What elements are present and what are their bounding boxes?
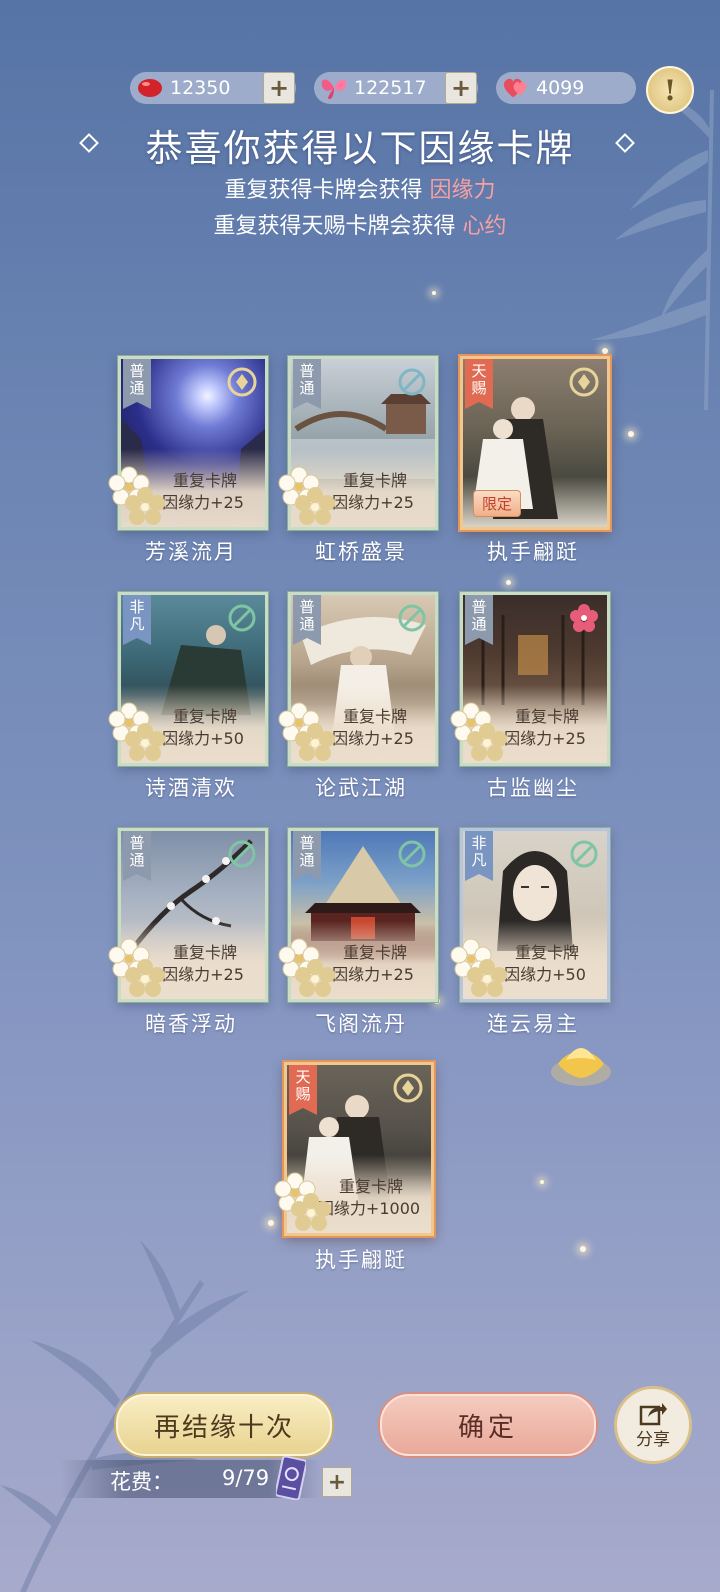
subtitle-1-highlight: 因缘力 [429,178,496,203]
cost-label: 花费： [110,1470,173,1494]
cost-value: 9/79 [222,1466,270,1490]
plum-blossom-icon [125,959,165,997]
lotus-lantern-icon [551,1048,611,1086]
plum-blossom-icon [295,723,335,761]
coin-emblem-icon [227,367,257,397]
rarity-tag: 非凡 [123,595,151,645]
rarity-tag: 普通 [293,595,321,645]
red-bean-count: 12350 [170,77,231,99]
plum-blossom-icon [295,487,335,525]
red-bean-icon [136,74,164,102]
subtitle-2-text: 重复获得天赐卡牌会获得 [213,214,456,239]
add-ticket-button[interactable]: + [322,1467,352,1497]
subtitle-line-1: 重复获得卡牌会获得 因缘力 [0,172,720,204]
plum-blossom-icon [295,959,335,997]
rarity-tag: 天赐 [289,1065,317,1115]
plum-blossom-icon [291,1193,331,1231]
duplicate-label: 重复卡牌 [342,471,407,490]
card-name: 古监幽尘 [487,776,579,800]
plum-blossom-icon [125,487,165,525]
duplicate-label: 重复卡牌 [338,1177,403,1196]
card-name: 论武江湖 [315,776,407,800]
sparkle [580,1246,586,1252]
currency-heart: 4099 [496,72,636,104]
duplicate-label: 重复卡牌 [514,943,579,962]
sparkle [432,291,436,295]
sparkle [540,1180,544,1184]
duplicate-label: 重复卡牌 [514,707,579,726]
plum-blossom-icon [467,959,507,997]
rarity-tag: 普通 [293,359,321,409]
card-name: 飞阁流丹 [315,1012,407,1036]
add-butterfly-button[interactable]: + [445,72,477,104]
plum-blossom-icon [467,723,507,761]
currency-butterfly: 122517 + [314,72,478,104]
sword-emblem-icon [227,839,257,869]
rarity-tag: 非凡 [465,831,493,881]
sparkle [628,431,634,437]
coin-emblem-icon [393,1073,423,1103]
card-name: 虹桥盛景 [315,540,407,564]
card-name: 芳溪流月 [145,540,237,564]
sparkle [602,348,608,354]
sword-emblem-icon [397,367,427,397]
currency-red-bean: 12350 + [130,72,296,104]
rarity-tag: 普通 [123,359,151,409]
limited-badge: 限定 [473,490,522,517]
butterfly-count: 122517 [354,77,427,99]
plum-blossom-icon [125,723,165,761]
sword-emblem-icon [397,603,427,633]
butterfly-icon [320,74,348,102]
subtitle-1-text: 重复获得卡牌会获得 [224,178,423,203]
card-name: 暗香浮动 [145,1012,237,1036]
exclamation-icon: ! [663,73,677,107]
sword-emblem-icon [227,603,257,633]
heart-icon [502,74,530,102]
duplicate-label: 重复卡牌 [172,707,237,726]
share-icon [639,1402,667,1425]
draw-ten-again-button[interactable]: 再结缘十次 [116,1394,332,1456]
sparkle [268,1220,274,1226]
info-button[interactable]: ! [646,66,694,114]
duplicate-label: 重复卡牌 [342,707,407,726]
confirm-button[interactable]: 确定 [380,1394,596,1456]
card-name: 执手翩跹 [315,1248,407,1272]
duplicate-label: 重复卡牌 [342,943,407,962]
subtitle-line-2: 重复获得天赐卡牌会获得 心约 [0,208,720,240]
rarity-tag: 天赐 [465,359,493,409]
share-label: 分享 [636,1429,670,1450]
card-name: 执手翩跹 [487,540,579,564]
card-name: 诗酒清欢 [145,776,237,800]
page-title: 恭喜你获得以下因缘卡牌 [145,127,575,170]
subtitle-2-highlight: 心约 [462,214,507,239]
sparkle [506,580,511,585]
sword-emblem-icon [397,839,427,869]
share-button[interactable]: 分享 [614,1386,692,1464]
rarity-tag: 普通 [293,831,321,881]
duplicate-label: 重复卡牌 [172,471,237,490]
draw-ticket-icon [276,1456,306,1500]
card-3[interactable]: 天赐 限定 [460,356,610,530]
rarity-tag: 普通 [123,831,151,881]
duplicate-label: 重复卡牌 [172,943,237,962]
sword-emblem-icon [569,839,599,869]
add-red-bean-button[interactable]: + [263,72,295,104]
coin-emblem-icon [569,367,599,397]
heart-count: 4099 [536,77,585,99]
rarity-tag: 普通 [465,595,493,645]
plum-flower-emblem-icon [569,603,599,633]
